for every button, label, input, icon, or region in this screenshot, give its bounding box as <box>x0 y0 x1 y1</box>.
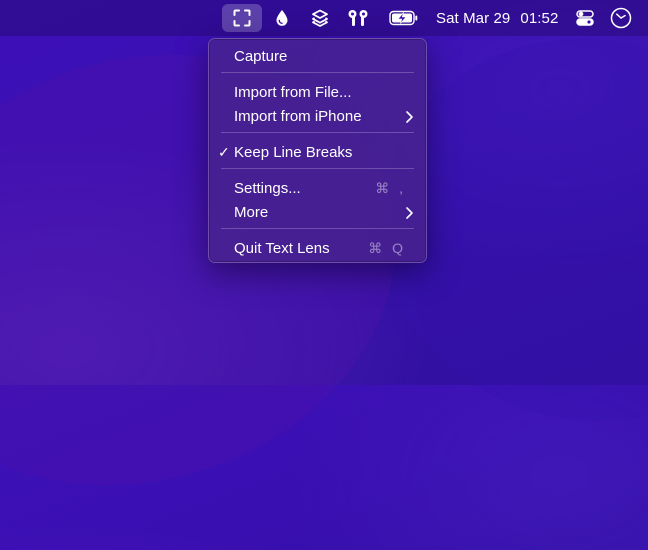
menu-separator <box>221 228 414 229</box>
menu-item-label: Import from iPhone <box>234 107 362 125</box>
menu-item-settings[interactable]: Settings... ⌘ , <box>209 177 426 199</box>
keyboard-shortcut: ⌘ , <box>375 179 406 196</box>
app-dropdown-menu: Capture Import from File... Import from … <box>208 38 427 263</box>
menu-item-label: Import from File... <box>234 83 352 101</box>
control-center-icon[interactable] <box>573 4 597 32</box>
menu-separator <box>221 168 414 169</box>
menu-item-label: Settings... <box>234 179 301 197</box>
chevron-right-icon <box>406 206 413 223</box>
menu-bar: Sat Mar 29 01:52 <box>0 0 648 36</box>
clock-icon[interactable] <box>608 4 634 32</box>
menu-item-label: Keep Line Breaks <box>234 143 353 161</box>
menu-item-more[interactable]: More <box>209 201 426 223</box>
menu-bar-time: 01:52 <box>520 9 559 27</box>
menu-item-label: More <box>234 203 269 221</box>
airpods-icon[interactable] <box>345 4 371 32</box>
menu-item-label: Capture <box>234 47 288 65</box>
menu-separator <box>221 132 414 133</box>
menu-item-import-file[interactable]: Import from File... <box>209 81 426 103</box>
text-capture-icon[interactable] <box>222 4 262 32</box>
menu-item-capture[interactable]: Capture <box>209 45 426 67</box>
menu-item-quit[interactable]: Quit Text Lens ⌘ Q <box>209 237 426 259</box>
menu-separator <box>221 72 414 73</box>
menu-item-import-iphone[interactable]: Import from iPhone <box>209 105 426 127</box>
shortcuts-icon[interactable] <box>308 4 332 32</box>
menu-item-label: Quit Text Lens <box>234 239 330 257</box>
battery-charging-icon[interactable] <box>386 4 422 32</box>
chevron-right-icon <box>406 110 413 127</box>
keyboard-shortcut: ⌘ Q <box>368 239 406 256</box>
menu-bar-date: Sat Mar 29 <box>436 9 511 27</box>
menu-item-keep-line-breaks[interactable]: ✓ Keep Line Breaks <box>209 141 426 163</box>
drop-icon[interactable] <box>270 4 294 32</box>
checkmark-icon: ✓ <box>218 143 230 160</box>
menu-bar-clock[interactable]: Sat Mar 29 01:52 <box>436 4 562 32</box>
